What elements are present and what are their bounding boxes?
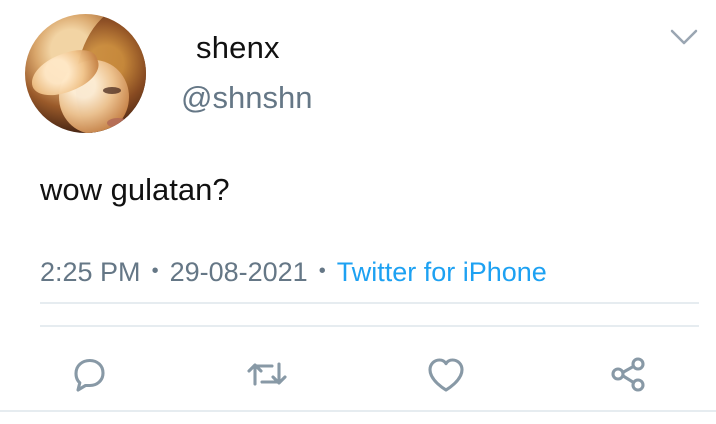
avatar[interactable]	[25, 14, 146, 133]
tweet-source-link[interactable]: Twitter for iPhone	[337, 257, 547, 288]
tweet-date: 29-08-2021	[169, 256, 308, 287]
display-name[interactable]: shenx	[196, 30, 280, 66]
username-handle[interactable]: @shnshn	[181, 80, 312, 116]
chevron-down-icon	[670, 29, 698, 45]
tweet-actions	[0, 343, 716, 405]
tweet-card: shenx @shnshn wow gulatan? 2:25 PM • 29-…	[0, 0, 716, 424]
meta-divider	[40, 302, 699, 304]
reply-icon	[74, 358, 105, 392]
actions-divider	[40, 325, 699, 327]
tweet-time: 2:25 PM	[40, 256, 141, 287]
meta-separator: •	[318, 260, 326, 282]
tweet-text: wow gulatan?	[40, 172, 230, 207]
bottom-divider	[0, 410, 716, 412]
share-icon	[611, 357, 645, 392]
retweet-button[interactable]	[241, 348, 293, 400]
share-button[interactable]	[602, 348, 654, 400]
heart-icon	[428, 358, 464, 392]
like-button[interactable]	[420, 348, 472, 400]
retweet-icon	[247, 362, 287, 386]
tweet-meta: 2:25 PM • 29-08-2021 • Twitter for iPhon…	[40, 254, 547, 290]
tweet-menu-button[interactable]	[666, 22, 702, 52]
reply-button[interactable]	[63, 348, 115, 400]
meta-separator: •	[151, 260, 159, 282]
avatar-eye	[103, 87, 121, 94]
avatar-lips	[107, 118, 129, 128]
